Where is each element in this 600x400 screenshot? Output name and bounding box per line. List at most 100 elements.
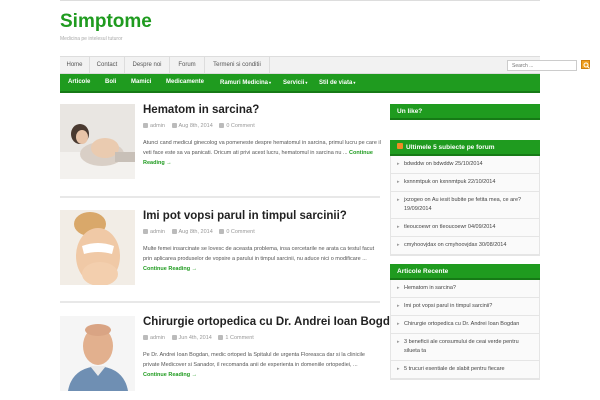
read-more-link[interactable]: Continue Reading → xyxy=(143,372,197,378)
top-nav-home[interactable]: Home xyxy=(60,57,90,73)
comments[interactable]: 0 Comment xyxy=(219,123,255,129)
forum-topic-item[interactable]: kxnnmtpuk on kxnnmtpuk 22/10/2014 xyxy=(391,174,539,192)
article-excerpt: Pe Dr. Andrei Ioan Bogdan, medic ortoped… xyxy=(143,350,381,380)
author[interactable]: admin xyxy=(143,229,165,235)
recent-article-item[interactable]: Hematom in sarcina? xyxy=(391,280,539,298)
search-button[interactable] xyxy=(581,60,590,69)
nav-label: Articole xyxy=(68,79,91,85)
article-divider xyxy=(60,301,380,303)
sidebar: Un like? Ultimele 5 subiecte pe forum bd… xyxy=(390,104,540,380)
site-tagline: Medicina pe intelesul tuturor xyxy=(60,36,123,42)
nav-label: Boli xyxy=(105,79,117,85)
forum-topics-list: bdwddw on bdwddw 25/10/2014 kxnnmtpuk on… xyxy=(390,156,540,256)
article-item: Hematom in sarcina? admin Aug 8th, 2014 … xyxy=(60,104,381,184)
date-text: Aug 8th, 2014 xyxy=(178,123,213,129)
article-title[interactable]: Imi pot vopsi parul in timpul sarcinii? xyxy=(143,210,347,222)
nav-label: Servicii xyxy=(283,80,305,86)
article-meta: admin Aug 8th, 2014 0 Comment xyxy=(143,123,260,129)
article-thumbnail[interactable] xyxy=(60,316,135,391)
calendar-icon xyxy=(171,229,177,235)
author-name: admin xyxy=(150,229,165,235)
article-thumbnail[interactable] xyxy=(60,104,135,179)
comments[interactable]: 1 Comment xyxy=(218,335,254,341)
nav-label: Ramuri Medicina xyxy=(220,80,269,86)
comments-text: 1 Comment xyxy=(225,335,254,341)
article-item: Chirurgie ortopedica cu Dr. Andrei Ioan … xyxy=(60,316,403,396)
search-icon xyxy=(583,62,590,69)
recent-article-item[interactable]: 5 trucuri esentiale de slabit pentru fie… xyxy=(391,361,539,379)
widget-spacer xyxy=(390,256,540,264)
read-more-link[interactable]: Continue Reading → xyxy=(143,266,197,272)
search-input[interactable] xyxy=(507,60,577,71)
excerpt-text: Atunci cand medicul ginecolog va pomenes… xyxy=(143,140,381,156)
top-nav-contact[interactable]: Contact xyxy=(90,57,125,73)
top-nav-forum[interactable]: Forum xyxy=(170,57,205,73)
widget-title-text: Un like? xyxy=(397,108,423,115)
nav-boli[interactable]: Boli xyxy=(105,74,116,91)
widget-title-text: Articole Recente xyxy=(397,268,449,275)
top-nav-despre-noi[interactable]: Despre noi xyxy=(125,57,170,73)
widget-title-text[interactable]: Ultimele 5 subiecte pe forum xyxy=(406,144,495,151)
comments-text: 0 Comment xyxy=(226,229,255,235)
top-nav-termeni[interactable]: Termeni si conditii xyxy=(205,57,270,73)
user-icon xyxy=(143,123,148,129)
date-text: Aug 8th, 2014 xyxy=(178,229,213,235)
comments[interactable]: 0 Comment xyxy=(219,229,255,235)
widget-title-un-like: Un like? xyxy=(390,104,540,120)
forum-topic-item[interactable]: jxzogeo on Au iesit bubite pe fetita mea… xyxy=(391,192,539,219)
author[interactable]: admin xyxy=(143,335,165,341)
author-name: admin xyxy=(150,123,165,129)
nav-ramuri-medicina[interactable]: Ramuri Medicina▾ xyxy=(220,74,271,91)
article-meta: admin Aug 8th, 2014 0 Comment xyxy=(143,229,260,235)
forum-topic-item[interactable]: cmyhoovjdax on cmyhoovjdax 30/08/2014 xyxy=(391,237,539,255)
article-meta: admin Jun 4th, 2014 1 Comment xyxy=(143,335,259,341)
article-item: Imi pot vopsi parul in timpul sarcinii? … xyxy=(60,210,380,290)
author[interactable]: admin xyxy=(143,123,165,129)
recent-article-item[interactable]: 3 beneficii ale consumului de ceai verde… xyxy=(391,334,539,361)
pregnant-woman-photo xyxy=(60,210,135,285)
user-icon xyxy=(143,335,148,341)
calendar-icon xyxy=(171,335,177,341)
date-text: Jun 4th, 2014 xyxy=(178,335,212,341)
nav-label: Medicamente xyxy=(166,79,205,85)
chevron-down-icon: ▾ xyxy=(305,80,308,85)
nav-articole[interactable]: Articole xyxy=(68,74,90,91)
nav-medicamente[interactable]: Medicamente xyxy=(166,74,204,91)
forum-topic-item[interactable]: tleoucoewr on tleoucoewr 04/09/2014 xyxy=(391,219,539,237)
recent-article-item[interactable]: Imi pot vopsi parul in timpul sarcinii? xyxy=(391,298,539,316)
recent-articles-list: Hematom in sarcina? Imi pot vopsi parul … xyxy=(390,280,540,380)
forum-topic-item[interactable]: bdwddw on bdwddw 25/10/2014 xyxy=(391,156,539,174)
user-icon xyxy=(143,229,148,235)
author-name: admin xyxy=(150,335,165,341)
date: Jun 4th, 2014 xyxy=(171,335,212,341)
article-excerpt: Multe femei insarcinate se lovesc de ace… xyxy=(143,244,381,274)
widget-spacer xyxy=(390,120,540,140)
article-thumbnail[interactable] xyxy=(60,210,135,285)
doctor-photo xyxy=(60,316,135,391)
widget-title-forum: Ultimele 5 subiecte pe forum xyxy=(390,140,540,156)
widget-title-recent: Articole Recente xyxy=(390,264,540,280)
excerpt-text: Pe Dr. Andrei Ioan Bogdan, medic ortoped… xyxy=(143,352,365,368)
chevron-down-icon: ▾ xyxy=(269,80,272,85)
nav-servicii[interactable]: Servicii▾ xyxy=(283,74,307,91)
nav-stil-de-viata[interactable]: Stil de viata▾ xyxy=(319,74,355,91)
article-title[interactable]: Hematom in sarcina? xyxy=(143,104,259,116)
comments-text: 0 Comment xyxy=(226,123,255,129)
nav-label: Mamici xyxy=(131,79,152,85)
excerpt-text: Multe femei insarcinate se lovesc de ace… xyxy=(143,246,375,262)
chevron-down-icon: ▾ xyxy=(353,80,356,85)
main-navigation: Articole Boli Mamici Medicamente Ramuri … xyxy=(60,74,540,93)
comment-icon xyxy=(219,123,225,129)
article-excerpt: Atunci cand medicul ginecolog va pomenes… xyxy=(143,138,381,168)
nav-mamici[interactable]: Mamici xyxy=(131,74,151,91)
calendar-icon xyxy=(171,123,177,129)
rss-icon[interactable] xyxy=(397,143,403,150)
recent-article-item[interactable]: Chirurgie ortopedica cu Dr. Andrei Ioan … xyxy=(391,316,539,334)
comment-icon xyxy=(218,335,224,341)
date: Aug 8th, 2014 xyxy=(171,123,213,129)
top-navigation: Home Contact Despre noi Forum Termeni si… xyxy=(60,56,590,74)
pregnant-woman-photo xyxy=(60,104,135,179)
top-divider xyxy=(60,0,540,1)
article-title[interactable]: Chirurgie ortopedica cu Dr. Andrei Ioan … xyxy=(143,316,403,328)
site-title[interactable]: Simptome xyxy=(60,11,152,33)
